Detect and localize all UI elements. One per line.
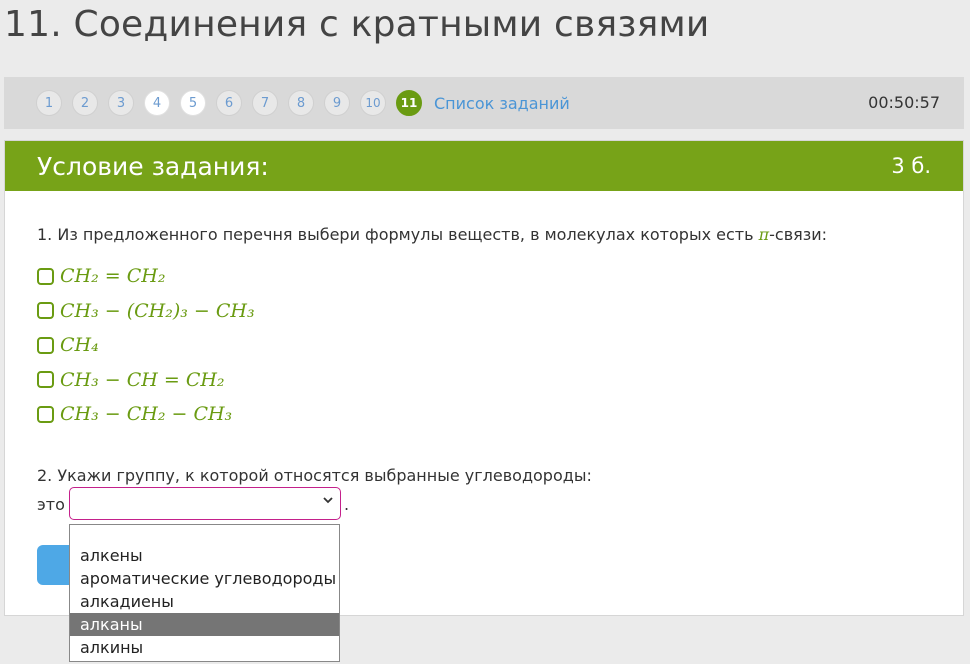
page-title: 11. Соединения с кратными связями (4, 4, 710, 45)
formula-label: CH₂ = CH₂ (60, 265, 166, 288)
card-title: Условие задания: (37, 151, 269, 181)
task-list-link[interactable]: Список заданий (434, 94, 570, 113)
formula-label: CH₃ − CH₂ − CH₃ (60, 403, 233, 426)
task-pill-4[interactable]: 4 (144, 90, 170, 116)
group-select[interactable] (69, 487, 341, 520)
pi-symbol: π (758, 225, 770, 244)
dropdown-option-alkanes[interactable]: алканы (70, 613, 339, 636)
question-2-text: 2. Укажи группу, к которой относятся выб… (37, 466, 592, 485)
formula-label: CH₃ − CH = CH₂ (60, 368, 225, 391)
task-pill-1[interactable]: 1 (36, 90, 62, 116)
checkbox[interactable] (37, 267, 54, 285)
task-pill-8[interactable]: 8 (288, 90, 314, 116)
checkbox[interactable] (37, 336, 54, 354)
formula-option-3[interactable]: CH₄ (37, 328, 255, 363)
select-dropdown-list[interactable]: алкены ароматические углеводороды алкади… (69, 524, 340, 662)
question-1-text: 1. Из предложенного перечня выбери форму… (37, 225, 827, 244)
timer: 00:50:57 (868, 93, 940, 112)
checkbox[interactable] (37, 302, 54, 320)
task-pill-9[interactable]: 9 (324, 90, 350, 116)
formula-label: CH₄ (60, 334, 99, 357)
task-pill-5[interactable]: 5 (180, 90, 206, 116)
task-navigation-bar: 1 2 3 4 5 6 7 8 9 10 11 Список заданий 0… (4, 77, 964, 129)
task-pills: 1 2 3 4 5 6 7 8 9 10 11 Список заданий (36, 90, 570, 116)
dropdown-option-empty[interactable] (70, 525, 339, 544)
answer-suffix: . (344, 495, 350, 514)
formula-label: CH₃ − (CH₂)₃ − CH₃ (60, 299, 255, 322)
dropdown-option-alkynes[interactable]: алкины (70, 636, 339, 659)
dropdown-option-alkadienes[interactable]: алкадиены (70, 590, 339, 613)
chevron-down-icon (322, 494, 334, 510)
formula-option-1[interactable]: CH₂ = CH₂ (37, 259, 255, 294)
task-pill-3[interactable]: 3 (108, 90, 134, 116)
formula-option-4[interactable]: CH₃ − CH = CH₂ (37, 363, 255, 398)
task-pill-2[interactable]: 2 (72, 90, 98, 116)
formula-option-5[interactable]: CH₃ − CH₂ − CH₃ (37, 397, 255, 432)
formula-option-2[interactable]: CH₃ − (CH₂)₃ − CH₃ (37, 294, 255, 329)
card-header: Условие задания: 3 б. (5, 141, 963, 191)
question-1-text-before: 1. Из предложенного перечня выбери форму… (37, 225, 759, 244)
dropdown-option-alkenes[interactable]: алкены (70, 544, 339, 567)
task-pill-6[interactable]: 6 (216, 90, 242, 116)
checkbox[interactable] (37, 405, 54, 423)
card-points: 3 б. (891, 154, 931, 178)
dropdown-option-aromatic[interactable]: ароматические углеводороды (70, 567, 339, 590)
task-pill-7[interactable]: 7 (252, 90, 278, 116)
formula-options: CH₂ = CH₂ CH₃ − (CH₂)₃ − CH₃ CH₄ CH₃ − C… (37, 259, 255, 432)
checkbox[interactable] (37, 371, 54, 389)
answer-prefix: это (37, 495, 65, 514)
task-pill-10[interactable]: 10 (360, 90, 386, 116)
question-1-text-after: -связи: (769, 225, 828, 244)
task-pill-11-current[interactable]: 11 (396, 90, 422, 116)
